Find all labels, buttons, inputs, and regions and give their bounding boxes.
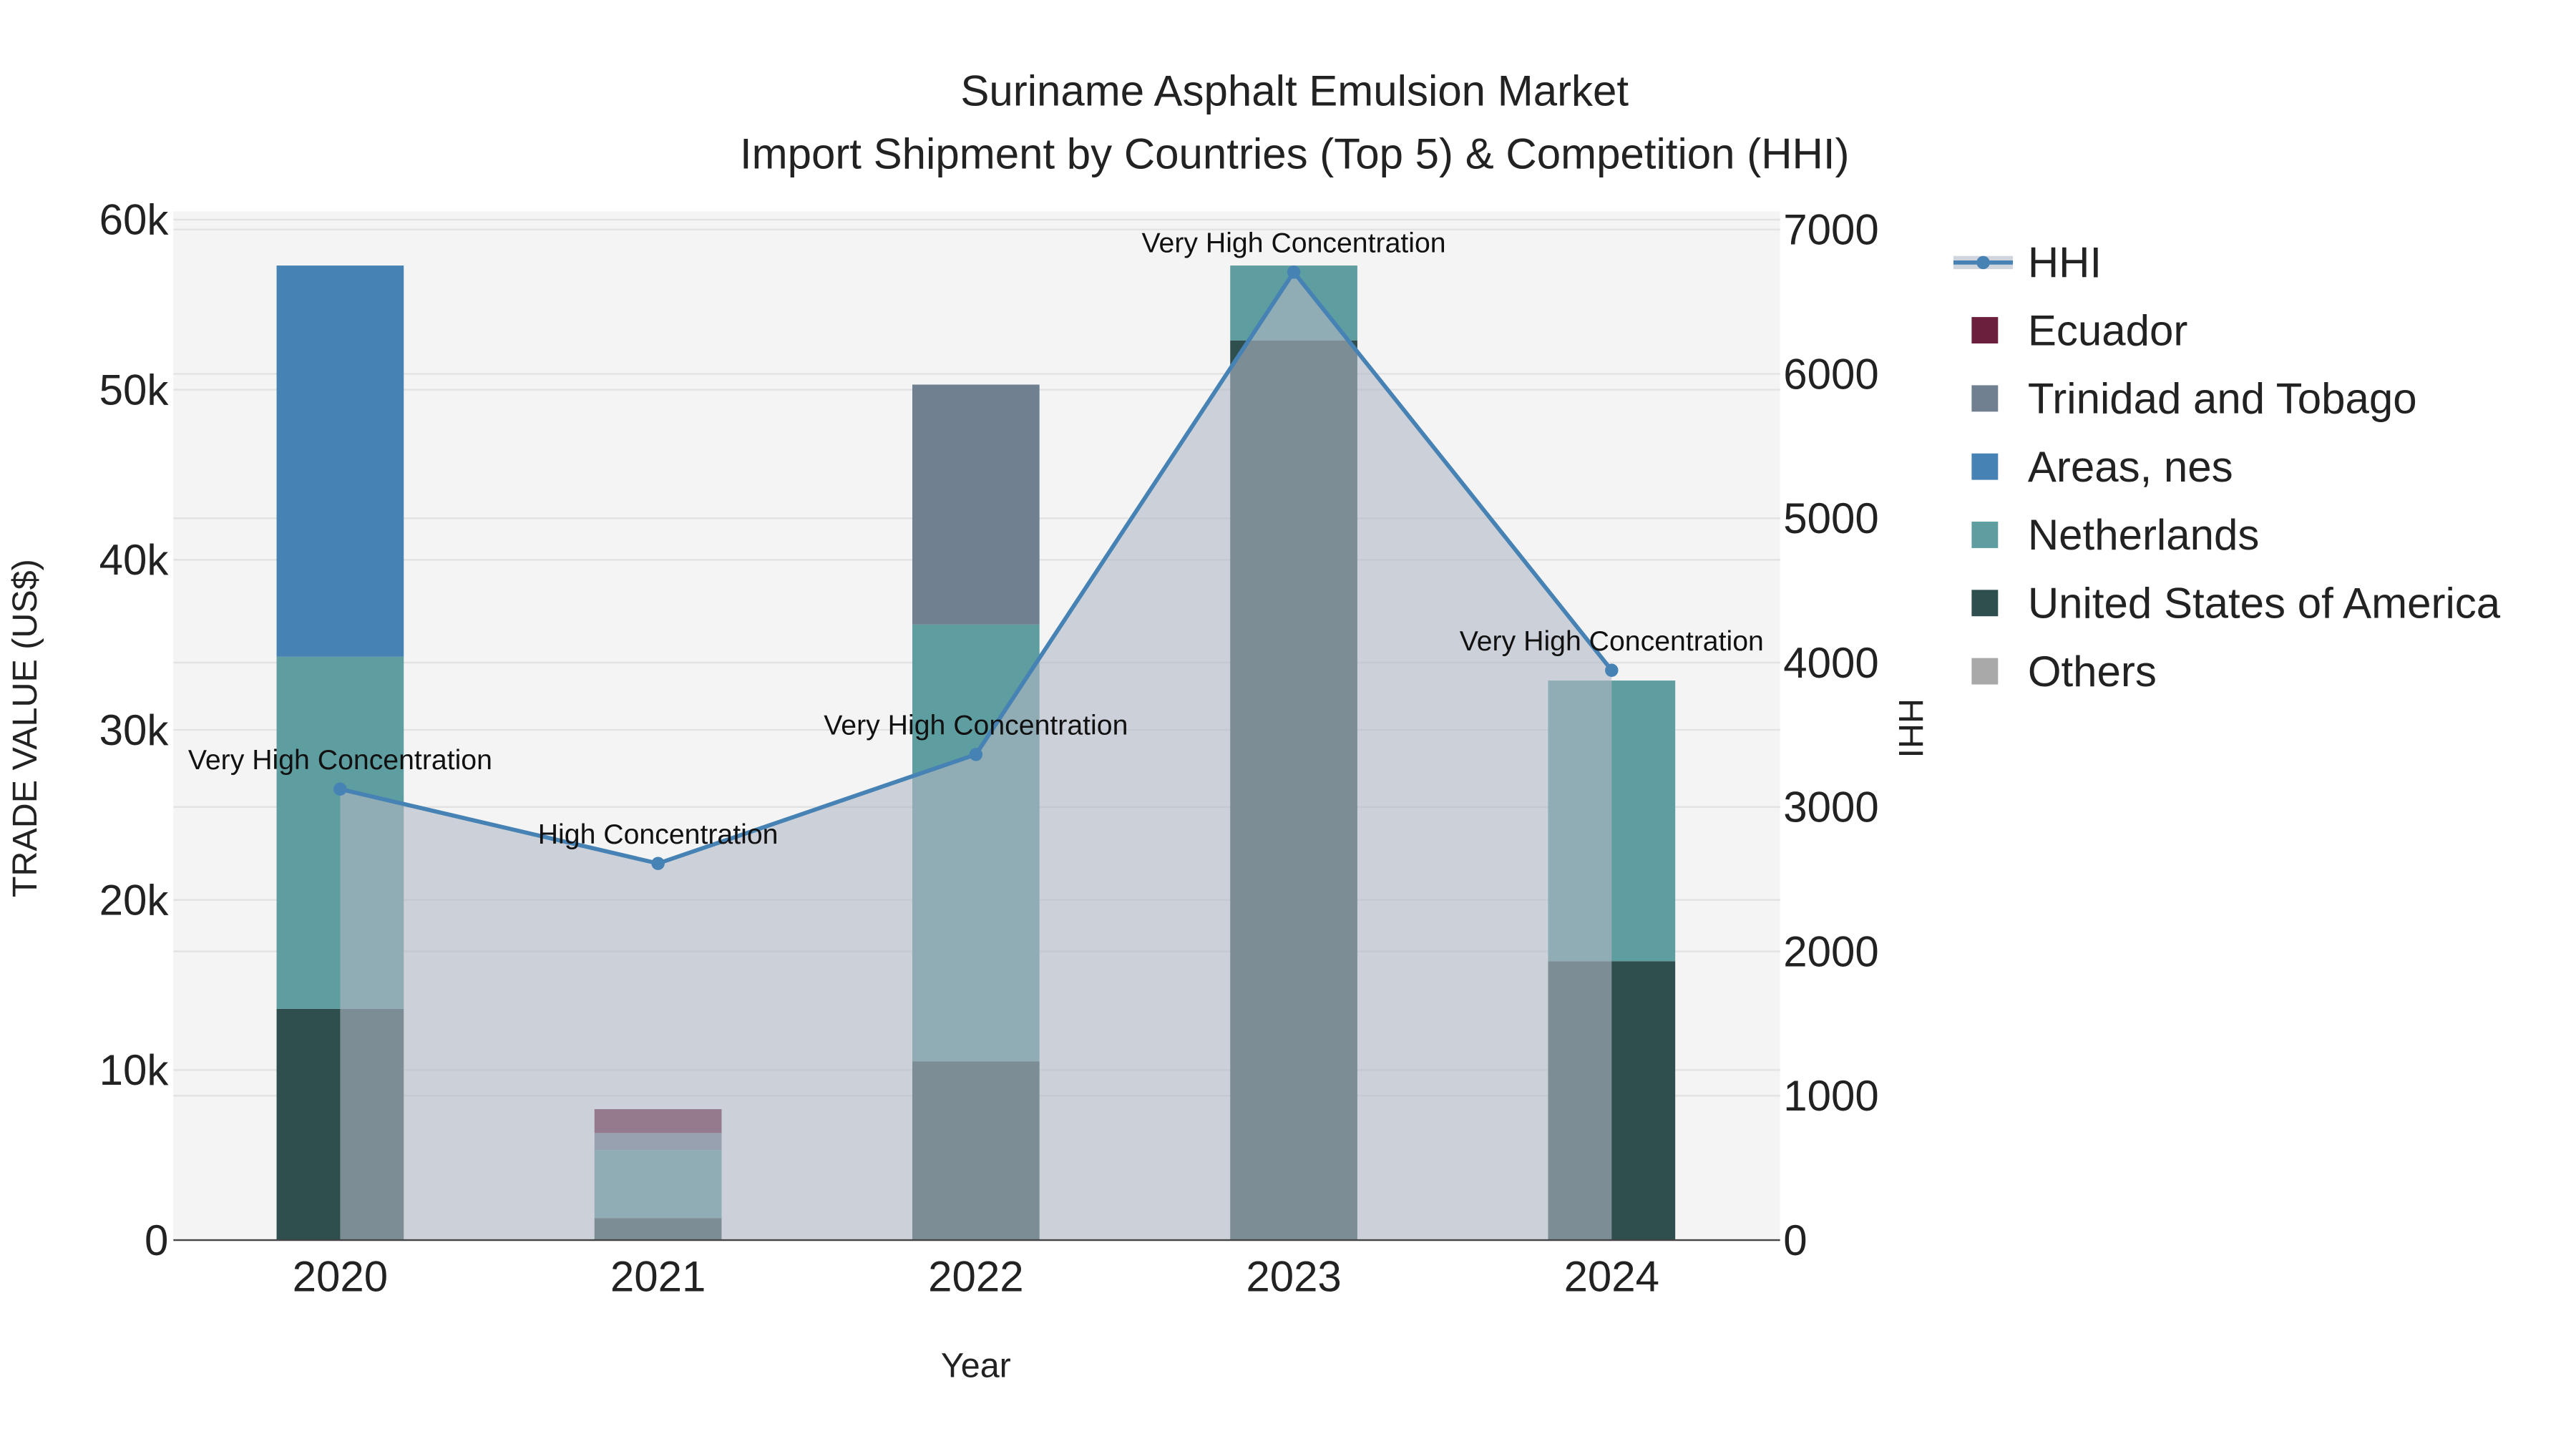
hhi-annotation: Very High Concentration xyxy=(824,710,1128,741)
hhi-point-2021 xyxy=(651,857,665,870)
chart: Very High Concentration High Concentratio… xyxy=(6,67,2501,1385)
y-tick-label: 60k xyxy=(99,196,170,244)
legend-item-ecuador[interactable]: Ecuador xyxy=(1971,306,2187,354)
hhi-point-2024 xyxy=(1605,663,1619,677)
legend-swatch xyxy=(1971,385,1999,412)
y2-tick-label: 3000 xyxy=(1783,784,1878,831)
legend-swatch xyxy=(1971,317,1999,343)
y2-tick-label: 7000 xyxy=(1783,206,1878,254)
y-tick-label: 30k xyxy=(99,706,170,754)
y2-tick-label: 6000 xyxy=(1783,350,1878,398)
bar-trinidad-and-tobago-2022 xyxy=(912,384,1040,625)
y-tick-label: 10k xyxy=(99,1046,170,1094)
legend-item-hhi[interactable]: HHI xyxy=(1953,239,2102,287)
legend-item-areas-nes[interactable]: Areas, nes xyxy=(1971,443,2233,491)
hhi-point-2020 xyxy=(333,782,347,796)
y-tick-label: 40k xyxy=(99,536,170,584)
hhi-point-2023 xyxy=(1287,265,1301,279)
legend-swatch xyxy=(1971,658,1999,685)
hhi-legend-marker xyxy=(1976,255,1990,270)
legend-label: Areas, nes xyxy=(2028,443,2233,491)
x-tick-label: 2023 xyxy=(1246,1253,1341,1301)
hhi-annotation: Very High Concentration xyxy=(188,744,492,776)
legend-swatch xyxy=(1971,522,1999,548)
x-axis-ticks: 2020 2021 2022 2023 2024 xyxy=(293,1253,1659,1301)
y2-axis-label: HHI xyxy=(1891,698,1930,758)
hhi-annotation: Very High Concentration xyxy=(1142,228,1446,259)
x-tick-label: 2020 xyxy=(293,1253,388,1301)
y2-axis-ticks: 0 1000 2000 3000 4000 5000 6000 7000 xyxy=(1783,206,1878,1264)
x-tick-label: 2021 xyxy=(610,1253,706,1301)
legend-item-united-states-of-america[interactable]: United States of America xyxy=(1971,580,2501,628)
legend-label: Ecuador xyxy=(2028,306,2187,354)
x-axis-label: Year xyxy=(941,1347,1011,1385)
y2-tick-label: 2000 xyxy=(1783,927,1878,975)
y2-tick-label: 1000 xyxy=(1783,1072,1878,1120)
legend-label: Trinidad and Tobago xyxy=(2028,375,2417,423)
y-tick-label: 20k xyxy=(99,876,170,924)
legend-item-trinidad-and-tobago[interactable]: Trinidad and Tobago xyxy=(1971,375,2417,423)
y-tick-label: 50k xyxy=(99,366,170,414)
y2-tick-label: 0 xyxy=(1783,1216,1807,1264)
hhi-annotation: High Concentration xyxy=(538,819,779,850)
x-tick-label: 2022 xyxy=(928,1253,1023,1301)
y-axis-ticks: 0 10k 20k 30k 40k 50k 60k xyxy=(99,196,170,1264)
hhi-annotation: Very High Concentration xyxy=(1460,625,1764,657)
legend-label: Netherlands xyxy=(2028,511,2260,559)
chart-subtitle: Import Shipment by Countries (Top 5) & C… xyxy=(740,130,1850,177)
bar-areas-nes-2020 xyxy=(276,265,404,657)
legend-label: United States of America xyxy=(2028,580,2501,628)
legend-item-netherlands[interactable]: Netherlands xyxy=(1971,511,2259,559)
legend: HHI Ecuador Trinidad and Tobago Areas, nes N… xyxy=(1953,239,2501,696)
legend-item-others[interactable]: Others xyxy=(1971,648,2157,696)
y-axis-label: TRADE VALUE (US$) xyxy=(6,559,44,897)
legend-label: Others xyxy=(2028,648,2157,696)
x-tick-label: 2024 xyxy=(1564,1253,1659,1301)
legend-swatch xyxy=(1971,453,1999,480)
legend-label: HHI xyxy=(2028,239,2102,287)
hhi-point-2022 xyxy=(969,748,983,761)
chart-title: Suriname Asphalt Emulsion Market xyxy=(960,67,1629,115)
legend-swatch xyxy=(1971,590,1999,617)
y-tick-label: 0 xyxy=(145,1216,168,1264)
y2-tick-label: 4000 xyxy=(1783,639,1878,687)
y2-tick-label: 5000 xyxy=(1783,494,1878,542)
